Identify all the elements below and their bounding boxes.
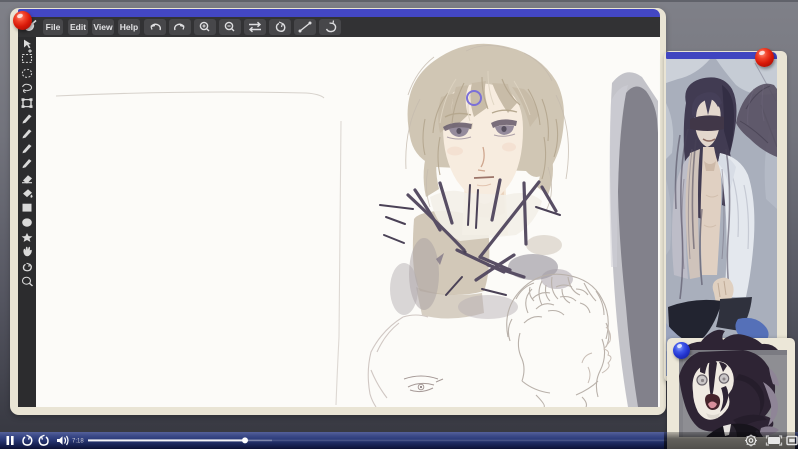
svg-text:7:18: 7:18: [72, 439, 84, 445]
